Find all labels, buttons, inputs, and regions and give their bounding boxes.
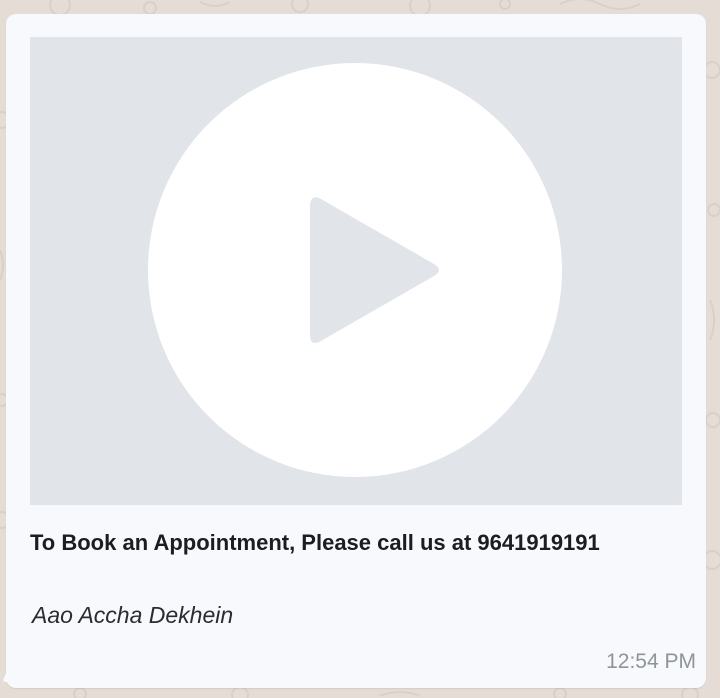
message-tagline: Aao Accha Dekhein [32, 602, 234, 628]
message-bubble: To Book an Appointment, Please call us a… [3, 14, 706, 688]
play-button[interactable] [30, 37, 682, 505]
bubble-tail [3, 660, 24, 682]
video-thumbnail[interactable] [30, 37, 682, 505]
message-timestamp: 12:54 PM [606, 650, 696, 673]
message-caption: To Book an Appointment, Please call us a… [30, 530, 600, 555]
